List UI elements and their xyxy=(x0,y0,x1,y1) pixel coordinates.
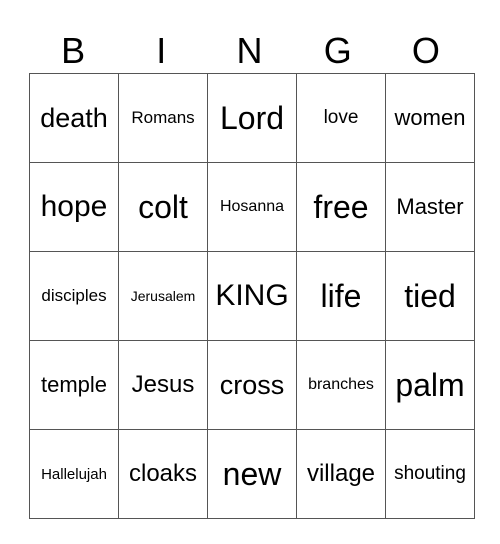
card-cell[interactable]: cloaks xyxy=(118,429,208,519)
card-cell[interactable]: village xyxy=(296,429,386,519)
card-cell[interactable]: death xyxy=(29,73,119,163)
card-row: Hallelujah cloaks new village shouting xyxy=(29,429,475,519)
card-cell[interactable]: Hallelujah xyxy=(29,429,119,519)
card-row: death Romans Lord love women xyxy=(29,73,475,163)
card-cell[interactable]: Jesus xyxy=(118,340,208,430)
card-cell[interactable]: love xyxy=(296,73,386,163)
card-cell[interactable]: women xyxy=(385,73,475,163)
bingo-header: B I N G O xyxy=(29,28,470,73)
card-cell[interactable]: branches xyxy=(296,340,386,430)
card-cell[interactable]: temple xyxy=(29,340,119,430)
card-row: hope colt Hosanna free Master xyxy=(29,162,475,252)
card-cell[interactable]: tied xyxy=(385,251,475,341)
card-cell[interactable]: free xyxy=(296,162,386,252)
card-cell[interactable]: life xyxy=(296,251,386,341)
card-cell[interactable]: new xyxy=(207,429,297,519)
header-letter-o: O xyxy=(411,30,440,71)
card-cell[interactable]: cross xyxy=(207,340,297,430)
header-letter-n: N xyxy=(236,30,263,71)
card-cell[interactable]: Jerusalem xyxy=(118,251,208,341)
card-cell[interactable]: palm xyxy=(385,340,475,430)
header-letter-g: G xyxy=(323,30,352,71)
card-row: disciples Jerusalem KING life tied xyxy=(29,251,475,341)
card-cell[interactable]: hope xyxy=(29,162,119,252)
header-letter-b: B xyxy=(61,30,86,71)
card-cell[interactable]: shouting xyxy=(385,429,475,519)
header-letter-i: I xyxy=(156,30,167,71)
card-cell[interactable]: Romans xyxy=(118,73,208,163)
card-cell[interactable]: Master xyxy=(385,162,475,252)
card-cell[interactable]: Lord xyxy=(207,73,297,163)
card-cell[interactable]: KING xyxy=(207,251,297,341)
card-cell[interactable]: Hosanna xyxy=(207,162,297,252)
card-cell[interactable]: disciples xyxy=(29,251,119,341)
card-cell[interactable]: colt xyxy=(118,162,208,252)
bingo-card: death Romans Lord love women hope colt H… xyxy=(29,73,475,519)
card-row: temple Jesus cross branches palm xyxy=(29,340,475,430)
